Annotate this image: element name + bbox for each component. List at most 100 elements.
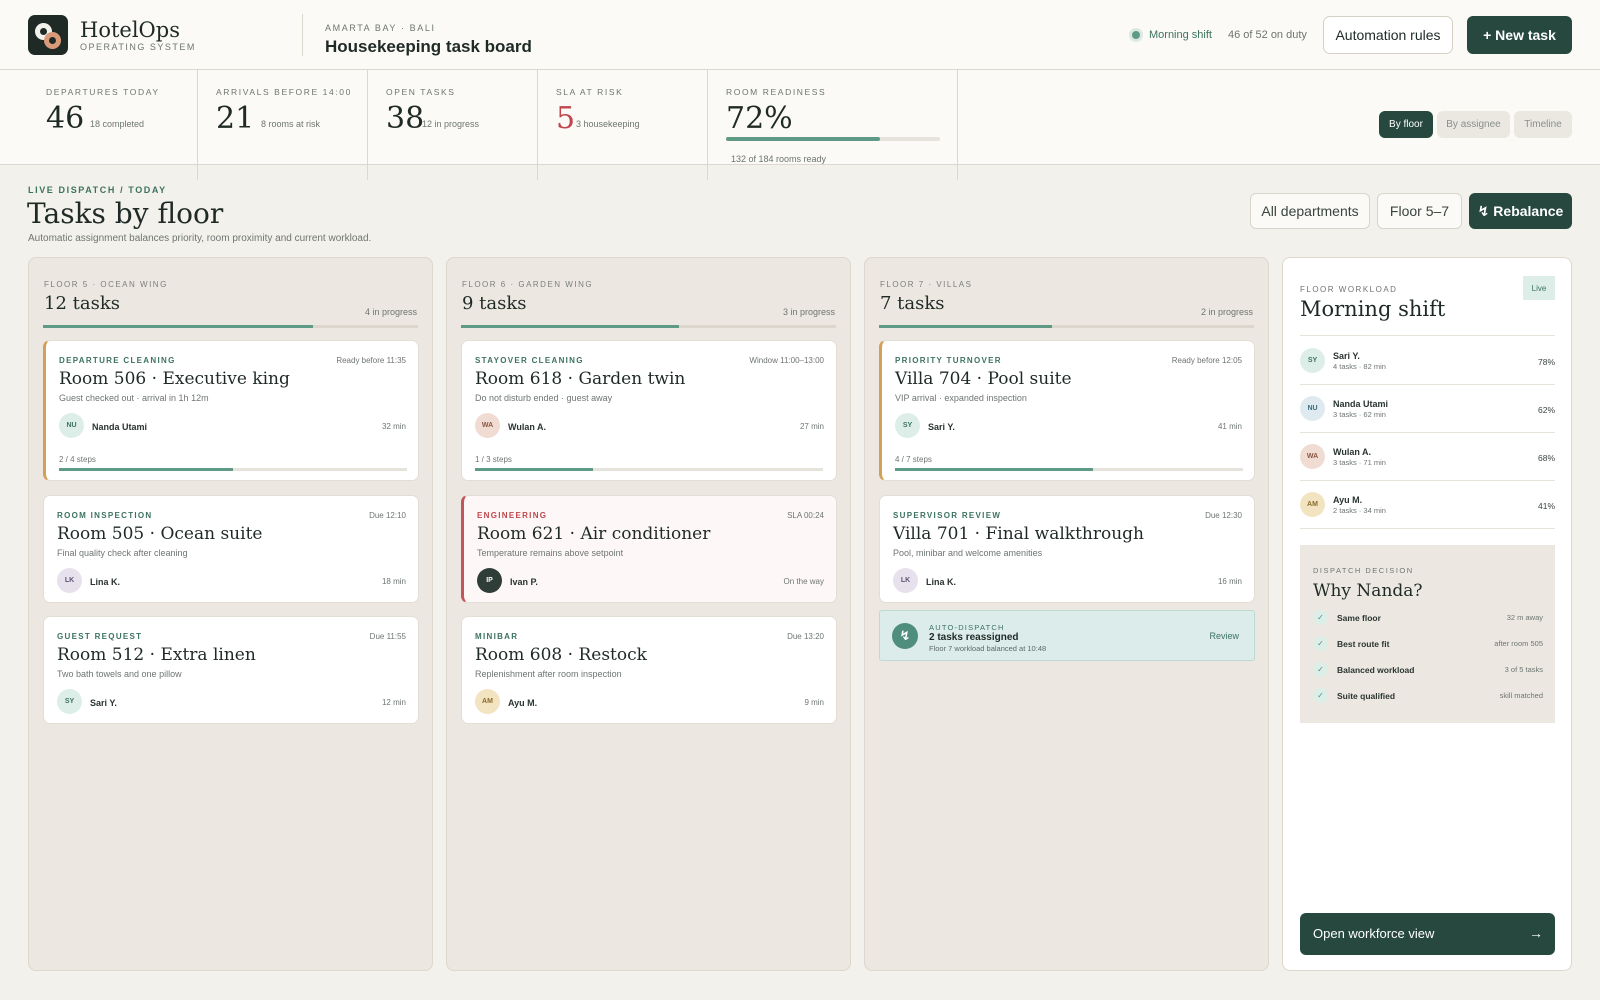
floor-progress-fill <box>461 325 679 328</box>
task-description: Two bath towels and one pillow <box>57 669 182 679</box>
avatar: WA <box>475 413 500 438</box>
assignee-name: Sari Y. <box>90 698 117 708</box>
assignee-name: Ayu M. <box>508 698 538 708</box>
floor-progress-fill <box>879 325 1052 328</box>
readiness-note: 132 of 184 rooms ready <box>731 154 827 164</box>
task-type: MINIBAR <box>475 632 519 641</box>
auto-dispatch-sub: Floor 7 workload balanced at 10:48 <box>929 644 1047 653</box>
staff-load: 3 tasks · 62 min <box>1333 410 1386 419</box>
task-duration: 18 min <box>381 577 406 586</box>
task-type: PRIORITY TURNOVER <box>895 356 1002 365</box>
stat-sub: 12 in progress <box>422 119 480 129</box>
task-card[interactable]: DEPARTURE CLEANING Ready before 11:35 Ro… <box>43 340 419 481</box>
task-card[interactable]: ROOM INSPECTION Due 12:10 Room 505 · Oce… <box>43 495 419 603</box>
task-description: Temperature remains above setpoint <box>477 548 624 558</box>
task-card[interactable]: STAYOVER CLEANING Window 11:00–13:00 Roo… <box>461 340 837 481</box>
task-description: Replenishment after room inspection <box>475 669 622 679</box>
steps-progress-fill <box>59 468 233 471</box>
readiness-bar <box>726 137 940 141</box>
task-type: GUEST REQUEST <box>57 632 143 641</box>
staff-utilization: 78% <box>1537 357 1555 367</box>
stat-sub: 18 completed <box>90 119 145 129</box>
floor-filter-button[interactable]: Floor 5–7 <box>1377 193 1462 229</box>
avatar: SY <box>1300 348 1325 373</box>
stat-value: 21 <box>216 101 255 136</box>
new-task-button[interactable]: + New task <box>1467 16 1572 54</box>
view-toggle-timeline[interactable]: Timeline <box>1514 111 1572 138</box>
task-card[interactable]: PRIORITY TURNOVER Ready before 12:05 Vil… <box>879 340 1255 481</box>
task-room: Villa 704 · Pool suite <box>895 369 1072 389</box>
brand-subtitle: OPERATING SYSTEM <box>80 42 196 52</box>
staff-load: 4 tasks · 82 min <box>1333 362 1386 371</box>
task-room: Room 618 · Garden twin <box>475 369 686 389</box>
decision-reason: ✓ Best route fit after room 505 <box>1313 634 1543 652</box>
rebalance-button[interactable]: ↯ Rebalance <box>1469 193 1572 229</box>
task-duration: 12 min <box>381 698 406 707</box>
staff-name: Nanda Utami <box>1333 399 1389 409</box>
stat-label: OPEN TASKS <box>386 87 456 97</box>
task-card[interactable]: SUPERVISOR REVIEW Due 12:30 Villa 701 · … <box>879 495 1255 603</box>
section-subtitle: Automatic assignment balances priority, … <box>28 233 372 244</box>
assignee-name: Nanda Utami <box>92 422 148 432</box>
task-description: Final quality check after cleaning <box>57 548 188 558</box>
task-card[interactable]: ENGINEERING SLA 00:24 Room 621 · Air con… <box>461 495 837 603</box>
section-kicker: LIVE DISPATCH / TODAY <box>28 185 167 195</box>
department-filter-button[interactable]: All departments <box>1250 193 1370 229</box>
task-room: Villa 701 · Final walkthrough <box>893 524 1144 544</box>
staff-utilization: 68% <box>1537 453 1555 463</box>
assignee-name: Lina K. <box>90 577 121 587</box>
stat-sub: 8 rooms at risk <box>261 119 321 129</box>
stat-label: ARRIVALS BEFORE 14:00 <box>216 87 352 97</box>
task-sla-timer: SLA 00:24 <box>787 511 824 520</box>
review-link[interactable]: Review <box>1209 631 1239 641</box>
property-location: AMARTA BAY · BALI <box>325 23 436 33</box>
steps-progress-bar <box>59 468 407 471</box>
task-steps: 4 / 7 steps <box>895 455 932 464</box>
steps-progress-fill <box>475 468 594 471</box>
workload-panel: FLOOR WORKLOAD Morning shift Live SY Sar… <box>1282 257 1572 971</box>
stat-sla-risk: SLA AT RISK 5 3 housekeeping <box>538 70 708 180</box>
decision-kicker: DISPATCH DECISION <box>1313 566 1414 575</box>
stat-arrivals: ARRIVALS BEFORE 14:00 21 8 rooms at risk <box>198 70 368 180</box>
floor-column-7: FLOOR 7 · VILLAS 7 tasks 2 in progress P… <box>864 257 1269 971</box>
task-card[interactable]: GUEST REQUEST Due 11:55 Room 512 · Extra… <box>43 616 419 724</box>
reason-label: Balanced workload <box>1337 665 1415 675</box>
steps-progress-fill <box>895 468 1094 471</box>
floor-column-6: FLOOR 6 · GARDEN WING 9 tasks 3 in progr… <box>446 257 851 971</box>
view-toggle-by-floor[interactable]: By floor <box>1379 111 1433 138</box>
readiness-bar-fill <box>726 137 881 141</box>
task-type: ROOM INSPECTION <box>57 511 153 520</box>
view-toggle-by-assignee[interactable]: By assignee <box>1437 111 1510 138</box>
task-room: Room 512 · Extra linen <box>57 645 256 665</box>
auto-dispatch-icon: ↯ <box>892 623 918 649</box>
reason-label: Suite qualified <box>1337 691 1396 701</box>
decision-title: Why Nanda? <box>1313 581 1423 601</box>
task-steps: 2 / 4 steps <box>59 455 96 464</box>
avatar: AM <box>1300 492 1325 517</box>
stat-sub: 3 housekeeping <box>576 119 640 129</box>
task-type: SUPERVISOR REVIEW <box>893 511 1002 520</box>
workload-row[interactable]: SY Sari Y. 4 tasks · 82 min 78% <box>1300 336 1555 384</box>
staff-load: 2 tasks · 34 min <box>1333 506 1386 515</box>
automation-rules-button[interactable]: Automation rules <box>1323 16 1453 54</box>
open-workforce-view-button[interactable]: Open workforce view → <box>1300 913 1555 955</box>
shift-label: Morning shift <box>1149 29 1212 41</box>
workload-row[interactable]: NU Nanda Utami 3 tasks · 62 min 62% <box>1300 384 1555 432</box>
avatar: AM <box>475 689 500 714</box>
assignee-name: Ivan P. <box>510 577 538 587</box>
auto-dispatch-banner: ↯ AUTO-DISPATCH 2 tasks reassigned Floor… <box>879 610 1255 661</box>
avatar: WA <box>1300 444 1325 469</box>
stat-value: 5 <box>556 101 576 136</box>
staff-load: 3 tasks · 71 min <box>1333 458 1386 467</box>
divider <box>302 14 303 56</box>
divider <box>1300 528 1555 529</box>
task-description: VIP arrival · expanded inspection <box>895 393 1027 403</box>
hotelops-logo-icon[interactable] <box>28 15 68 55</box>
workload-row[interactable]: AM Ayu M. 2 tasks · 34 min 41% <box>1300 480 1555 528</box>
task-room: Room 505 · Ocean suite <box>57 524 263 544</box>
task-card[interactable]: MINIBAR Due 13:20 Room 608 · Restock Rep… <box>461 616 837 724</box>
workload-row[interactable]: WA Wulan A. 3 tasks · 71 min 68% <box>1300 432 1555 480</box>
floor-task-count: 7 tasks <box>880 293 945 314</box>
task-due: Due 13:20 <box>787 632 824 641</box>
steps-progress-bar <box>475 468 823 471</box>
